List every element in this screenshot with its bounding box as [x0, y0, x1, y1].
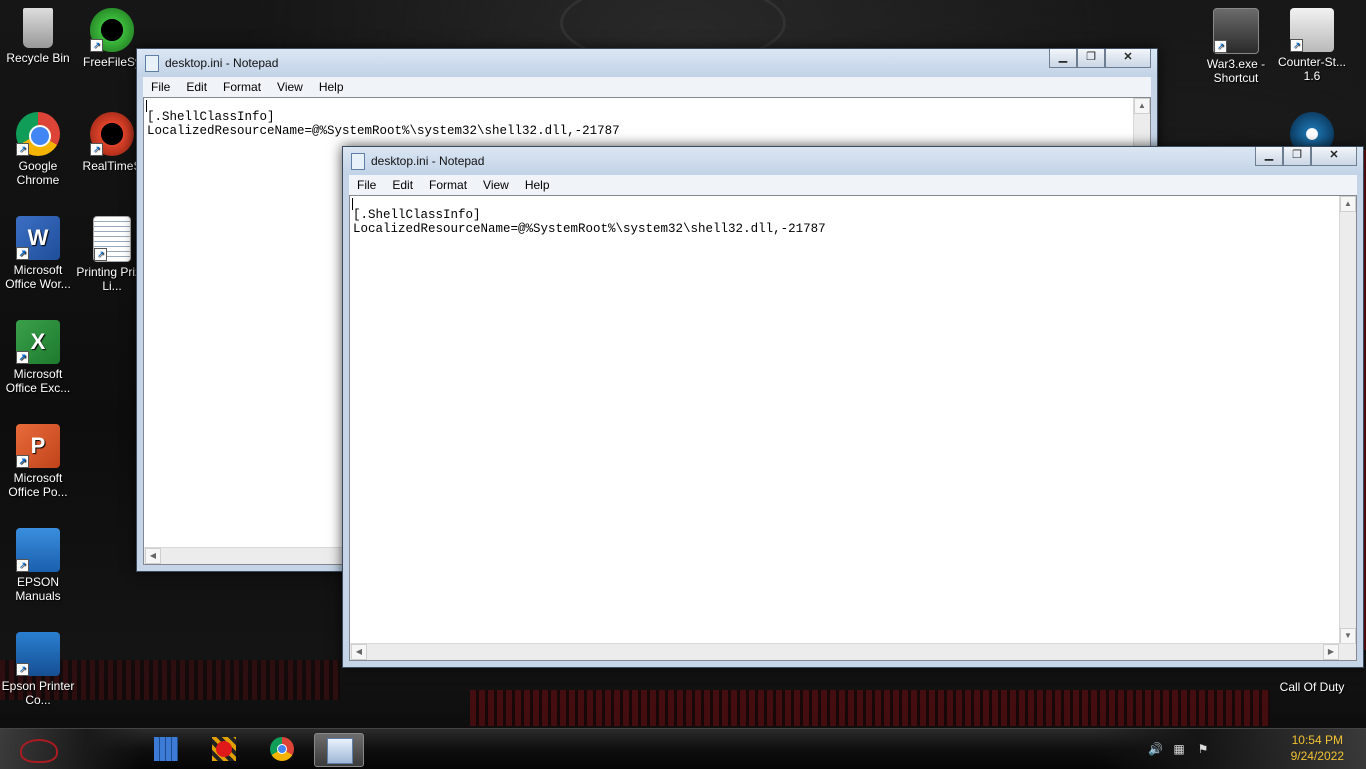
- epson-printer-icon: ↗: [16, 632, 60, 676]
- desktop-icon-counter-strike[interactable]: ↗ Counter-St... 1.6: [1274, 8, 1350, 83]
- clock[interactable]: 10:54 PM 9/24/2022: [1291, 732, 1344, 764]
- desktop-icon-label: Counter-St... 1.6: [1277, 55, 1347, 83]
- horizontal-scrollbar[interactable]: ◀ ▶: [350, 643, 1356, 660]
- desktop-icon-call-of-duty[interactable]: Call Of Duty: [1274, 666, 1350, 694]
- scroll-left-arrow-icon[interactable]: ◀: [145, 548, 161, 564]
- system-tray: 🔊 ▦ ⚑ 10:54 PM 9/24/2022: [1096, 729, 1366, 769]
- volume-icon[interactable]: 🔊: [1148, 742, 1163, 756]
- menu-file[interactable]: File: [349, 178, 384, 192]
- desktop-icon-label: Google Chrome: [16, 159, 60, 187]
- rog-logo-icon: [20, 739, 58, 763]
- scroll-up-arrow-icon[interactable]: ▲: [1134, 98, 1150, 114]
- restore-button[interactable]: ❐: [1283, 147, 1311, 166]
- menu-help[interactable]: Help: [517, 178, 558, 192]
- freefilesync-icon: ↗: [90, 8, 134, 52]
- menu-bar: File Edit Format View Help: [349, 175, 1357, 195]
- word-document-icon: ↗: [93, 216, 131, 262]
- desktop-icon-epson-printer[interactable]: ↗ Epson Printer Co...: [0, 632, 76, 707]
- network-icon[interactable]: ▦: [1172, 742, 1186, 756]
- wallpaper-circuit: [470, 690, 1270, 726]
- desktop-icon-label: Microsoft Office Wor...: [5, 263, 71, 291]
- desktop-icon-powerpoint[interactable]: P ↗ Microsoft Office Po...: [0, 424, 76, 499]
- minimize-button[interactable]: ▁: [1049, 49, 1077, 68]
- word-icon: W ↗: [16, 216, 60, 260]
- menu-bar: File Edit Format View Help: [143, 77, 1151, 97]
- scroll-down-arrow-icon[interactable]: ▼: [1340, 628, 1356, 644]
- title-bar[interactable]: desktop.ini - Notepad ▁ ❐ ✕: [343, 147, 1363, 175]
- desktop-icon-excel[interactable]: X ↗ Microsoft Office Exc...: [0, 320, 76, 395]
- menu-help[interactable]: Help: [311, 80, 352, 94]
- desktop-icon-label: Call Of Duty: [1279, 680, 1345, 694]
- desktop-icon-label: Epson Printer Co...: [1, 679, 75, 707]
- taskbar-app-chrome[interactable]: [262, 733, 302, 765]
- desktop-icon-google-chrome[interactable]: ↗ Google Chrome: [0, 112, 76, 187]
- notepad-icon: [351, 153, 365, 170]
- text-editor[interactable]: [.ShellClassInfo] LocalizedResourceName=…: [349, 195, 1357, 661]
- desktop-icon-label: Recycle Bin: [6, 51, 70, 65]
- editor-content[interactable]: [.ShellClassInfo] LocalizedResourceName=…: [353, 208, 826, 236]
- desktop-icon-label: War3.exe - Shortcut: [1206, 57, 1266, 85]
- desktop-icon-epson-manuals[interactable]: ↗ EPSON Manuals: [0, 528, 76, 603]
- window-title: desktop.ini - Notepad: [371, 154, 485, 168]
- chrome-icon: [270, 737, 294, 761]
- desktop-icon-war3[interactable]: ↗ War3.exe - Shortcut: [1198, 8, 1274, 85]
- counter-strike-icon: ↗: [1290, 8, 1334, 52]
- editor-content[interactable]: [.ShellClassInfo] LocalizedResourceName=…: [147, 110, 620, 138]
- warcraft3-icon: ↗: [1213, 8, 1259, 54]
- desktop-icon-word[interactable]: W ↗ Microsoft Office Wor...: [0, 216, 76, 291]
- menu-format[interactable]: Format: [215, 80, 269, 94]
- excel-icon: X ↗: [16, 320, 60, 364]
- chrome-icon: ↗: [16, 112, 60, 156]
- minimize-button[interactable]: ▁: [1255, 147, 1283, 166]
- action-center-icon[interactable]: ⚑: [1196, 742, 1210, 756]
- restore-button[interactable]: ❐: [1077, 49, 1105, 68]
- scroll-right-arrow-icon[interactable]: ▶: [1323, 644, 1339, 660]
- start-button[interactable]: [0, 729, 140, 769]
- epson-manuals-icon: ↗: [16, 528, 60, 572]
- desktop-icon-label: Microsoft Office Exc...: [5, 367, 71, 395]
- menu-format[interactable]: Format: [421, 178, 475, 192]
- window-title: desktop.ini - Notepad: [165, 56, 279, 70]
- desktop-icon-label: Microsoft Office Po...: [8, 471, 68, 499]
- taskbar-app-notepad[interactable]: [314, 733, 364, 767]
- notepad-icon: [327, 738, 353, 764]
- clock-time: 10:54 PM: [1291, 733, 1343, 747]
- realtimesync-icon: ↗: [90, 112, 134, 156]
- file-explorer-icon: [154, 737, 178, 761]
- notepad-window-front[interactable]: desktop.ini - Notepad ▁ ❐ ✕ File Edit Fo…: [342, 146, 1364, 668]
- menu-file[interactable]: File: [143, 80, 178, 94]
- scroll-left-arrow-icon[interactable]: ◀: [351, 644, 367, 660]
- powerpoint-icon: P ↗: [16, 424, 60, 468]
- menu-view[interactable]: View: [475, 178, 517, 192]
- scroll-up-arrow-icon[interactable]: ▲: [1340, 196, 1356, 212]
- taskbar-app-recorder[interactable]: [204, 733, 244, 765]
- desktop-icon-recycle-bin[interactable]: Recycle Bin: [0, 8, 76, 65]
- vertical-scrollbar[interactable]: ▲ ▼: [1339, 196, 1356, 644]
- close-button[interactable]: ✕: [1311, 147, 1357, 166]
- taskbar-app-explorer[interactable]: [146, 733, 186, 765]
- title-bar[interactable]: desktop.ini - Notepad ▁ ❐ ✕: [137, 49, 1157, 77]
- record-icon: [212, 737, 236, 761]
- recycle-bin-icon: [23, 8, 53, 48]
- menu-edit[interactable]: Edit: [178, 80, 215, 94]
- notepad-icon: [145, 55, 159, 72]
- menu-view[interactable]: View: [269, 80, 311, 94]
- menu-edit[interactable]: Edit: [384, 178, 421, 192]
- close-button[interactable]: ✕: [1105, 49, 1151, 68]
- desktop-icon-label: EPSON Manuals: [15, 575, 61, 603]
- clock-date: 9/24/2022: [1290, 749, 1344, 763]
- taskbar: 🔊 ▦ ⚑ 10:54 PM 9/24/2022: [0, 728, 1366, 769]
